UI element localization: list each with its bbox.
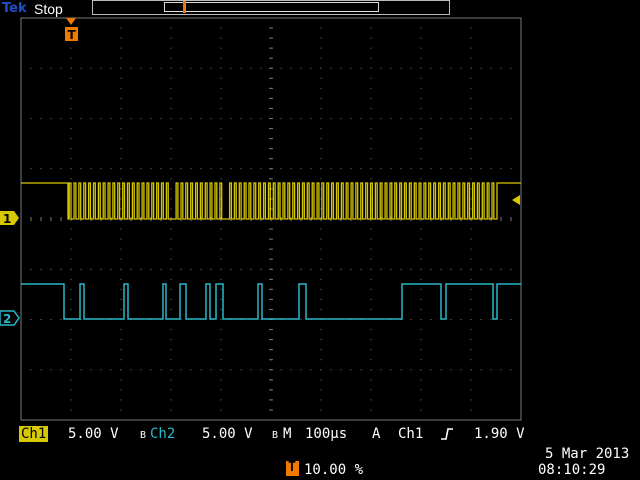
trigger-position-marker[interactable]: T <box>65 18 78 42</box>
ch1-label[interactable]: Ch1 <box>19 426 49 442</box>
timebase-mode: M <box>283 426 292 442</box>
trigger-marker-label: T <box>68 28 77 42</box>
date-readout: 5 Mar 2013 <box>545 446 630 462</box>
ch2-label[interactable]: Ch2 <box>150 426 175 442</box>
trigger-level-arrow[interactable] <box>512 195 520 205</box>
ch2-bw-icon-2: B <box>272 430 279 441</box>
ch2-scale: 5.00 V <box>202 426 253 442</box>
rising-edge-icon <box>441 428 453 440</box>
ch1-marker-label: 1 <box>3 212 11 226</box>
ch2-bandwidth-limit-icon: B <box>140 430 147 441</box>
ch1-ground-marker[interactable]: 1 <box>0 211 19 226</box>
trigger-source[interactable]: Ch1 <box>398 426 423 442</box>
waveform-display: T 1 2 <box>0 17 522 421</box>
trigger-mode: A <box>372 426 381 442</box>
trigger-position-icon-label: T <box>288 460 296 475</box>
trigger-position-value[interactable]: 10.00 % <box>304 462 363 478</box>
ch2-marker-label: 2 <box>3 312 11 326</box>
ch1-scale: 5.00 V <box>68 426 119 442</box>
ch2-ground-marker[interactable]: 2 <box>0 310 20 326</box>
time-readout: 08:10:29 <box>538 462 606 478</box>
trigger-position-icon: T <box>286 460 299 476</box>
trigger-level[interactable]: 1.90 V <box>474 426 525 442</box>
timebase-scale[interactable]: 100µs <box>305 426 347 442</box>
